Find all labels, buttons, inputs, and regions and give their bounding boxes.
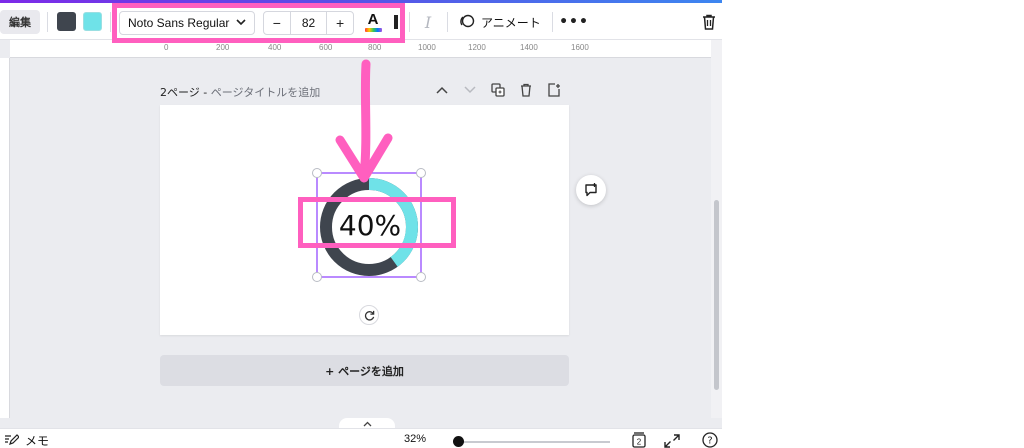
rotate-icon[interactable] (359, 305, 379, 325)
ruler-tick: 200 (216, 43, 230, 52)
ruler-tick: 1000 (418, 43, 436, 52)
resize-handle[interactable] (416, 168, 426, 178)
resize-handle[interactable] (312, 168, 322, 178)
toolbar-divider (409, 12, 410, 32)
add-page-button[interactable]: + ページを追加 (160, 355, 569, 386)
ruler-tick: 1400 (520, 43, 538, 52)
italic-button[interactable]: I (420, 11, 436, 33)
dark-color-swatch[interactable] (57, 12, 76, 31)
more-options-button[interactable]: ••• (559, 11, 588, 33)
duplicate-icon[interactable] (490, 82, 506, 98)
page-count-label: 2 (637, 438, 642, 447)
ruler-tick: 800 (368, 43, 382, 52)
trash-icon[interactable] (700, 12, 718, 32)
editor-footer (0, 428, 722, 448)
zoom-level[interactable]: 32% (404, 433, 426, 445)
animate-button[interactable]: アニメート (459, 11, 541, 33)
notes-icon (4, 432, 20, 448)
page-title[interactable]: 2ページ - ページタイトルを追加 (160, 84, 320, 100)
ruler-tick: 600 (319, 43, 333, 52)
pages-icon[interactable]: 2 (631, 432, 647, 448)
notes-button[interactable]: メモ (4, 432, 49, 448)
edit-button[interactable]: 編集 (0, 10, 40, 34)
text-highlight-box (298, 197, 456, 248)
ruler-tick: 0 (164, 43, 169, 52)
ruler-tick: 1200 (468, 43, 486, 52)
vertical-scrollbar[interactable] (711, 40, 722, 418)
help-label: ? (707, 436, 712, 447)
ruler-tick: 400 (268, 43, 282, 52)
resize-handle[interactable] (312, 272, 322, 282)
annotation-arrow (335, 59, 393, 183)
resize-handle[interactable] (416, 272, 426, 282)
toolbar-divider (47, 12, 48, 32)
chevron-up-icon[interactable] (434, 82, 450, 98)
zoom-slider-track[interactable] (460, 441, 610, 443)
help-icon[interactable]: ? (702, 432, 718, 448)
comment-add-icon[interactable] (576, 175, 606, 205)
page-actions (434, 82, 562, 98)
add-page-icon[interactable] (546, 82, 562, 98)
notes-label: メモ (25, 434, 50, 448)
editor-app: 編集 Noto Sans Regular − 82 + A I アニメート ••… (0, 0, 722, 448)
chevron-up-icon (363, 421, 371, 427)
toolbar-divider (447, 12, 448, 32)
ruler-tick: 1600 (571, 43, 589, 52)
toolbar-highlight-box (112, 3, 405, 43)
zoom-slider-knob[interactable] (453, 436, 464, 447)
toolbar-divider (552, 12, 553, 32)
expand-icon[interactable] (664, 433, 680, 448)
toolbar-divider (110, 12, 111, 32)
chevron-down-icon[interactable] (462, 82, 478, 98)
animate-label: アニメート (481, 15, 541, 30)
page-number-label: 2ページ - (160, 86, 211, 99)
trash-icon[interactable] (518, 82, 534, 98)
page-title-placeholder[interactable]: ページタイトルを追加 (211, 86, 321, 99)
cyan-color-swatch[interactable] (83, 12, 102, 31)
scrollbar-thumb[interactable] (714, 200, 719, 390)
animate-icon (459, 13, 475, 32)
vertical-ruler (0, 58, 10, 418)
